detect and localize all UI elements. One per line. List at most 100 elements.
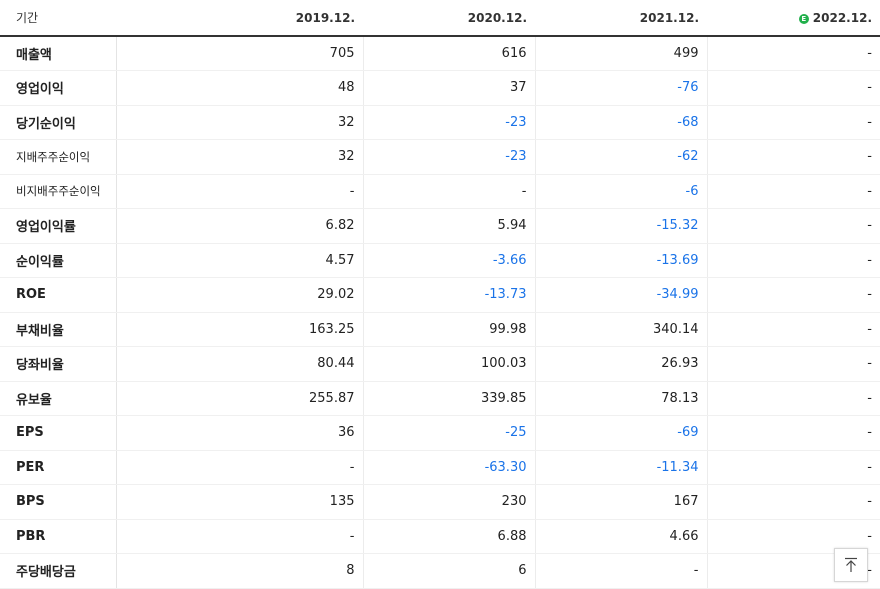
row-value: - xyxy=(706,484,880,520)
row-value: - xyxy=(706,36,880,71)
row-value: 705 xyxy=(115,36,363,71)
row-value: 4.57 xyxy=(115,243,363,278)
period-header: 기간 xyxy=(0,0,116,37)
table-row: 비지배주주순이익 - - -6- xyxy=(0,174,880,209)
column-header-2020: 2020.12. xyxy=(363,0,535,37)
row-value: - xyxy=(706,311,880,347)
row-value: -15.32 xyxy=(534,208,707,244)
row-value: -13.69 xyxy=(534,243,707,278)
row-value: 5.94 xyxy=(362,208,535,244)
row-value: -63.30 xyxy=(362,450,535,485)
estimate-e-icon: E xyxy=(798,13,809,24)
row-value: -34.99 xyxy=(534,277,707,313)
row-value: 4.66 xyxy=(534,519,707,554)
table-row: 당기순이익 32 -23 -68- xyxy=(0,105,880,140)
row-value: - xyxy=(534,553,707,589)
row-label: 영업이익률 xyxy=(0,208,117,244)
row-value: 37 xyxy=(362,70,535,106)
row-value: -11.34 xyxy=(534,450,707,485)
row-value: -13.73 xyxy=(362,277,535,313)
row-value: -69 xyxy=(534,415,707,451)
row-label: 부채비율 xyxy=(0,311,117,347)
row-value: 48 xyxy=(115,70,363,106)
row-value: 100.03 xyxy=(362,346,535,382)
column-header-2022: E 2022.12. xyxy=(707,0,880,37)
row-label: 유보율 xyxy=(0,381,117,416)
row-value: - xyxy=(706,381,880,416)
row-value: - xyxy=(706,450,880,485)
row-label: 지배주주순이익 xyxy=(0,139,117,175)
row-value: 135 xyxy=(115,484,363,520)
table-row: 영업이익 48 37 -76- xyxy=(0,70,880,106)
table-row: 부채비율 163.25 99.98 340.14- xyxy=(0,311,880,347)
row-value: 339.85 xyxy=(362,381,535,416)
row-value: -6 xyxy=(534,174,707,209)
row-value: 6.88 xyxy=(362,519,535,554)
row-value: - xyxy=(706,415,880,451)
row-value: - xyxy=(706,243,880,278)
row-value: 340.14 xyxy=(534,311,707,347)
row-value: - xyxy=(706,70,880,106)
table-row: 매출액 705 616 499- xyxy=(0,36,880,71)
column-header-2019: 2019.12. xyxy=(116,0,363,37)
row-value: - xyxy=(706,174,880,209)
row-value: - xyxy=(706,139,880,175)
row-label: 비지배주주순이익 xyxy=(0,174,117,209)
financial-summary-table: 기간 2019.12. 2020.12. 2021.12. E 2022.12. … xyxy=(0,0,880,589)
table-row: 영업이익률 6.82 5.94 -15.32- xyxy=(0,208,880,244)
row-value: -23 xyxy=(362,105,535,140)
row-label: PER xyxy=(0,450,117,485)
row-value: -25 xyxy=(362,415,535,451)
column-header-2022-label: 2022.12. xyxy=(812,10,872,25)
row-value: -62 xyxy=(534,139,707,175)
row-value: 32 xyxy=(115,105,363,140)
row-value: 6.82 xyxy=(115,208,363,244)
row-value: -68 xyxy=(534,105,707,140)
row-label: ROE xyxy=(0,277,117,313)
table-row: 당좌비율 80.44 100.03 26.93- xyxy=(0,346,880,382)
row-value: - xyxy=(706,277,880,313)
row-value: 80.44 xyxy=(115,346,363,382)
table-row: ROE 29.02 -13.73 -34.99- xyxy=(0,277,880,313)
row-value: 32 xyxy=(115,139,363,175)
table-row: 순이익률 4.57 -3.66 -13.69- xyxy=(0,243,880,278)
row-value: 255.87 xyxy=(115,381,363,416)
row-label: 당좌비율 xyxy=(0,346,117,382)
row-label: 주당배당금 xyxy=(0,553,117,589)
row-value: - xyxy=(362,174,535,209)
column-header-2021: 2021.12. xyxy=(535,0,707,37)
row-value: -23 xyxy=(362,139,535,175)
table-header-row: 기간 2019.12. 2020.12. 2021.12. E 2022.12. xyxy=(0,0,880,37)
row-value: 163.25 xyxy=(115,311,363,347)
row-label: 순이익률 xyxy=(0,243,117,278)
row-label: PBR xyxy=(0,519,117,554)
scroll-to-top-button[interactable] xyxy=(834,548,868,582)
row-value: - xyxy=(706,105,880,140)
table-row: EPS 36 -25 -69- xyxy=(0,415,880,451)
row-value: 616 xyxy=(362,36,535,71)
row-value: 230 xyxy=(362,484,535,520)
row-value: -3.66 xyxy=(362,243,535,278)
row-value: 167 xyxy=(534,484,707,520)
row-value: 99.98 xyxy=(362,311,535,347)
row-label: EPS xyxy=(0,415,117,451)
row-value: 26.93 xyxy=(534,346,707,382)
table-row: 지배주주순이익 32 -23 -62- xyxy=(0,139,880,175)
row-value: 6 xyxy=(362,553,535,589)
row-value: 36 xyxy=(115,415,363,451)
arrow-up-to-top-icon xyxy=(845,557,857,572)
row-value: - xyxy=(115,174,363,209)
row-value: - xyxy=(115,519,363,554)
table-row: BPS 135 230 167- xyxy=(0,484,880,520)
row-label: BPS xyxy=(0,484,117,520)
row-value: 499 xyxy=(534,36,707,71)
table-row: 주당배당금 8 6- - xyxy=(0,553,880,589)
row-value: -76 xyxy=(534,70,707,106)
table-row: PBR -6.88 4.66- xyxy=(0,519,880,554)
row-value: 78.13 xyxy=(534,381,707,416)
row-label: 당기순이익 xyxy=(0,105,117,140)
row-label: 영업이익 xyxy=(0,70,117,106)
row-value: 8 xyxy=(115,553,363,589)
table-row: 유보율 255.87 339.85 78.13- xyxy=(0,381,880,416)
row-value: 29.02 xyxy=(115,277,363,313)
